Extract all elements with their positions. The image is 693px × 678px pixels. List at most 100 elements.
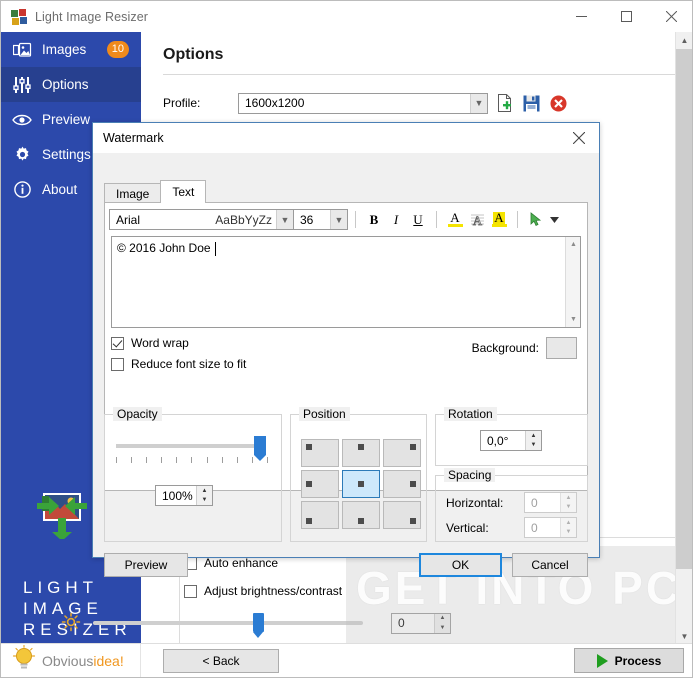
- watermark-text-value: © 2016 John Doe: [117, 241, 211, 255]
- text-scrollbar[interactable]: ▲ ▼: [565, 237, 580, 327]
- cancel-button[interactable]: Cancel: [512, 553, 588, 577]
- color-picker-icon[interactable]: [525, 209, 547, 230]
- opacity-legend: Opacity: [113, 407, 162, 421]
- stepper-up-icon[interactable]: [561, 493, 576, 503]
- spacing-vertical-value: 0: [531, 520, 538, 535]
- sidebar-item-label: Images: [42, 42, 87, 57]
- stepper-buttons[interactable]: [196, 486, 212, 505]
- dialog-title: Watermark: [103, 131, 164, 145]
- scroll-up-icon[interactable]: ▲: [676, 32, 692, 49]
- font-color-glyph: A: [450, 210, 460, 225]
- preview-button[interactable]: Preview: [104, 553, 188, 577]
- opacity-stepper[interactable]: 100%: [155, 485, 213, 506]
- text-caret: [215, 242, 216, 256]
- sliders-icon: [11, 74, 33, 96]
- dialog-close-button[interactable]: [559, 123, 599, 153]
- profile-select[interactable]: 1600x1200 ▼: [238, 92, 488, 114]
- text-effects-button[interactable]: A: [466, 209, 488, 230]
- delete-profile-icon[interactable]: [547, 92, 569, 114]
- highlight-color-button[interactable]: A: [488, 209, 510, 230]
- play-icon: [596, 653, 608, 668]
- stepper-up-icon[interactable]: [197, 486, 212, 496]
- auto-enhance-label: Auto enhance: [204, 556, 279, 570]
- position-cell-bottom-center[interactable]: [342, 501, 380, 529]
- position-cell-bottom-right[interactable]: [383, 501, 421, 529]
- word-wrap-checkbox[interactable]: Word wrap: [111, 336, 189, 350]
- spacing-vertical-label: Vertical:: [446, 520, 489, 535]
- rotation-stepper[interactable]: 0,0°: [480, 430, 542, 451]
- italic-button[interactable]: I: [385, 209, 407, 230]
- highlight-glyph: A: [493, 210, 505, 225]
- stepper-buttons[interactable]: [560, 518, 576, 537]
- scrollbar-thumb[interactable]: [676, 49, 692, 569]
- back-button[interactable]: < Back: [163, 648, 279, 673]
- toolbar-separator: [517, 211, 518, 228]
- content-scrollbar[interactable]: ▲ ▼: [675, 32, 692, 645]
- stepper-up-icon[interactable]: [561, 518, 576, 528]
- spacing-horizontal-stepper[interactable]: 0: [524, 492, 577, 513]
- sidebar-item-options[interactable]: Options: [1, 67, 141, 102]
- ok-button[interactable]: OK: [419, 553, 502, 577]
- watermark-dialog: Watermark Image Text Arial AaBbYyZz ▼ 36…: [92, 122, 600, 577]
- save-profile-icon[interactable]: [520, 92, 542, 114]
- background-color-swatch[interactable]: [546, 337, 577, 359]
- stepper-down-icon[interactable]: [526, 441, 541, 451]
- opacity-slider[interactable]: [116, 436, 266, 461]
- spacing-vertical-stepper[interactable]: 0: [524, 517, 577, 538]
- font-size-value: 36: [300, 212, 314, 227]
- position-cell-top-left[interactable]: [301, 439, 339, 467]
- opacity-slider-thumb[interactable]: [254, 436, 266, 461]
- font-family-select[interactable]: Arial AaBbYyZz ▼: [109, 209, 294, 230]
- new-profile-icon[interactable]: [493, 92, 515, 114]
- maximize-button[interactable]: [604, 1, 649, 32]
- stepper-up-icon[interactable]: [526, 431, 541, 441]
- auto-enhance-checkbox[interactable]: Auto enhance: [184, 556, 278, 570]
- font-color-button[interactable]: A: [444, 209, 466, 230]
- sun-icon: [61, 612, 83, 634]
- bottom-bar: Obviousidea! < Back Process: [1, 643, 692, 677]
- position-cell-top-center[interactable]: [342, 439, 380, 467]
- bold-button[interactable]: B: [363, 209, 385, 230]
- brightness-slider-thumb[interactable]: [253, 613, 264, 638]
- chevron-down-icon[interactable]: ▼: [470, 93, 487, 113]
- rotation-group: Rotation 0,0°: [435, 407, 588, 466]
- position-cell-bottom-left[interactable]: [301, 501, 339, 529]
- font-size-select[interactable]: 36 ▼: [293, 209, 348, 230]
- position-group: Position: [290, 407, 427, 542]
- minimize-button[interactable]: [559, 1, 604, 32]
- position-cell-top-right[interactable]: [383, 439, 421, 467]
- brightness-slider[interactable]: [93, 613, 363, 638]
- stepper-down-icon[interactable]: [561, 503, 576, 513]
- reduce-font-checkbox[interactable]: Reduce font size to fit: [111, 357, 246, 371]
- tab-text[interactable]: Text: [160, 180, 207, 203]
- sidebar-item-images[interactable]: Images 10: [1, 32, 141, 67]
- tab-image[interactable]: Image: [104, 183, 162, 203]
- spacing-horizontal-label: Horizontal:: [446, 495, 504, 510]
- position-cell-middle-right[interactable]: [383, 470, 421, 498]
- stepper-down-icon[interactable]: [561, 528, 576, 538]
- chevron-down-icon[interactable]: ▼: [276, 210, 293, 229]
- scroll-up-icon[interactable]: ▲: [566, 237, 581, 252]
- application-window: Light Image Resizer Images 10 Options Pr…: [0, 0, 693, 678]
- scroll-down-icon[interactable]: ▼: [566, 312, 581, 327]
- rotation-value: 0,0°: [487, 433, 509, 448]
- background-label: Background:: [471, 341, 539, 355]
- stepper-buttons[interactable]: [525, 431, 541, 450]
- position-cell-middle-center[interactable]: [342, 470, 380, 498]
- window-title: Light Image Resizer: [35, 9, 149, 24]
- chevron-down-icon[interactable]: [547, 209, 561, 230]
- watermark-text-input[interactable]: © 2016 John Doe ▲ ▼: [111, 236, 581, 328]
- spacing-group: Spacing Horizontal: 0 Vertical: 0: [435, 468, 588, 542]
- profile-value: 1600x1200: [245, 96, 305, 110]
- spacing-horizontal-value: 0: [531, 495, 538, 510]
- adjust-brightness-checkbox[interactable]: Adjust brightness/contrast: [184, 584, 342, 598]
- position-cell-middle-left[interactable]: [301, 470, 339, 498]
- dialog-title-bar: Watermark: [93, 123, 599, 153]
- underline-button[interactable]: U: [407, 209, 429, 230]
- stepper-down-icon[interactable]: [197, 496, 212, 506]
- chevron-down-icon[interactable]: ▼: [330, 210, 347, 229]
- close-button[interactable]: [649, 1, 692, 32]
- position-grid: [301, 439, 421, 529]
- process-button[interactable]: Process: [574, 648, 684, 673]
- stepper-buttons[interactable]: [560, 493, 576, 512]
